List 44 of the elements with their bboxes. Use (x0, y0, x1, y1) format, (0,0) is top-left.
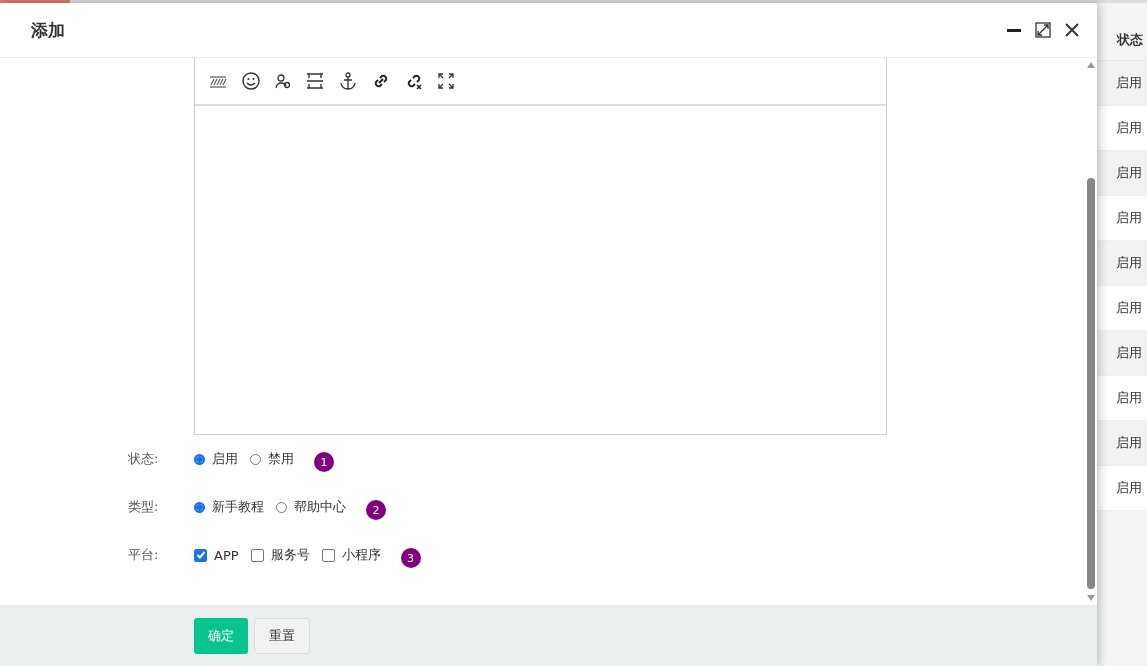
checkbox-label[interactable]: APP (214, 547, 239, 563)
scroll-up-icon[interactable] (1087, 62, 1095, 68)
person-pin-icon[interactable] (275, 73, 291, 89)
link-icon[interactable] (372, 72, 390, 90)
hatch-lines-icon[interactable] (209, 74, 227, 88)
checkbox-label[interactable]: 小程序 (341, 546, 381, 564)
page-break-icon[interactable] (306, 73, 324, 89)
table-cell: 启用 (1116, 254, 1142, 272)
table-cell: 启用 (1116, 209, 1142, 227)
form-label: 平台: (128, 546, 160, 564)
dialog-title: 添加 (31, 18, 65, 42)
anchor-icon[interactable] (339, 72, 357, 90)
step-number-badge: 3 (400, 548, 421, 568)
checkbox[interactable] (194, 548, 207, 562)
scroll-down-icon[interactable] (1087, 595, 1095, 601)
unlink-icon[interactable] (405, 72, 423, 90)
form-button[interactable]: 重置 (254, 617, 310, 654)
table-cell: 启用 (1116, 344, 1142, 362)
step-number-badge: 2 (366, 500, 386, 520)
table-cell: 启用 (1116, 164, 1142, 182)
maximize-icon[interactable] (1035, 22, 1051, 38)
close-icon[interactable] (1065, 23, 1079, 37)
table-cell: 启用 (1116, 389, 1142, 407)
radio-label[interactable]: 启用 (212, 450, 238, 468)
checkbox[interactable] (321, 548, 335, 562)
radio-button[interactable] (194, 453, 205, 465)
scrollbar-thumb[interactable] (1087, 178, 1095, 589)
form-label: 类型: (128, 498, 160, 516)
radio-label[interactable]: 禁用 (268, 450, 294, 468)
table-cell: 启用 (1116, 299, 1142, 317)
radio-button[interactable] (194, 501, 205, 513)
checkbox[interactable] (250, 548, 264, 562)
radio-label[interactable]: 新手教程 (212, 498, 264, 516)
table-cell: 启用 (1116, 119, 1142, 137)
table-cell: 启用 (1116, 479, 1142, 497)
smiley-icon[interactable] (242, 72, 260, 90)
checkbox-label[interactable]: 服务号 (270, 546, 310, 564)
step-number-badge: 1 (314, 452, 334, 472)
table-cell: 启用 (1116, 74, 1142, 92)
fullscreen-icon[interactable] (438, 73, 454, 89)
table-cell: 启用 (1116, 434, 1142, 452)
form-label: 状态: (128, 450, 160, 468)
radio-label[interactable]: 帮助中心 (294, 498, 346, 516)
column-header: 状态 (1117, 30, 1143, 49)
